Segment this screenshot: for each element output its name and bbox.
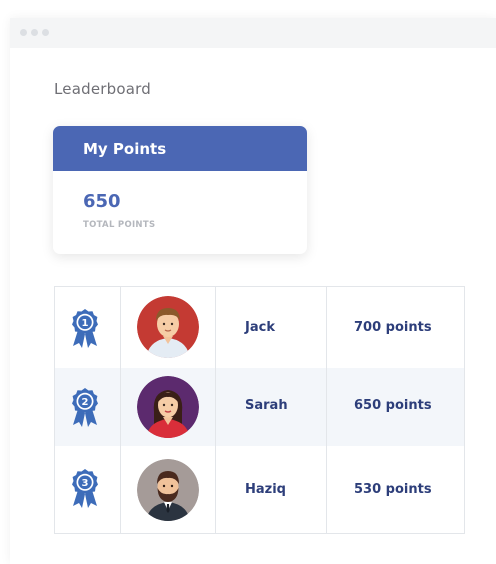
player-name: Haziq <box>245 482 286 497</box>
my-points-card: My Points 650 TOTAL POINTS <box>53 126 307 254</box>
window-dot-icon <box>31 29 38 36</box>
rank-number: 2 <box>82 397 89 408</box>
table-row[interactable]: 1 Jack 700 points <box>55 287 464 368</box>
rank-number: 3 <box>82 478 89 489</box>
rank-1-medal-icon: 1 <box>72 309 98 348</box>
rank-3-medal-icon: 3 <box>72 469 98 508</box>
avatar-haziq <box>137 459 199 521</box>
table-row[interactable]: 2 Sarah 650 points <box>55 368 464 446</box>
window-dot-icon <box>20 29 27 36</box>
player-points: 650 points <box>354 398 432 413</box>
player-points: 700 points <box>354 320 432 335</box>
player-name: Sarah <box>245 398 288 413</box>
column-divider <box>215 287 216 533</box>
rank-number: 1 <box>82 318 89 329</box>
leaderboard-table: 1 Jack 700 points 2 Sarah 650 points 3 H… <box>54 286 465 534</box>
avatar-jack <box>137 296 199 358</box>
table-row[interactable]: 3 Haziq 530 points <box>55 446 464 533</box>
app-window: Leaderboard My Points 650 TOTAL POINTS 1 <box>10 18 496 564</box>
player-name: Jack <box>245 320 275 335</box>
rank-2-medal-icon: 2 <box>72 388 98 427</box>
page-title: Leaderboard <box>54 80 151 98</box>
total-points-caption: TOTAL POINTS <box>83 220 156 230</box>
total-points-value: 650 <box>83 191 121 212</box>
column-divider <box>326 287 327 533</box>
player-points: 530 points <box>354 482 432 497</box>
window-titlebar <box>10 18 496 48</box>
avatar-sarah <box>137 376 199 438</box>
my-points-header: My Points <box>53 126 307 171</box>
column-divider <box>120 287 121 533</box>
window-dot-icon <box>42 29 49 36</box>
